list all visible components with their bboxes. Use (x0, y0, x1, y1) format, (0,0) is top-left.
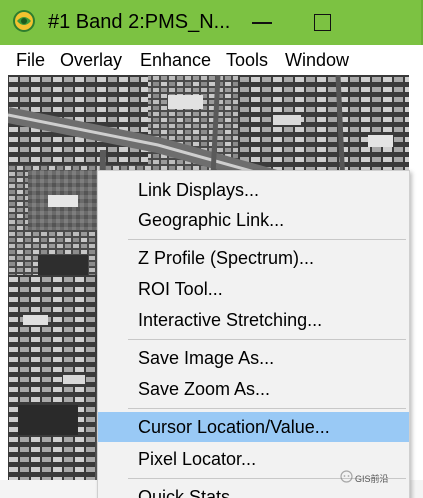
menu-item-label: Save Zoom As... (138, 379, 271, 399)
menu-item-label: Save Image As... (138, 348, 275, 368)
menu-item-label: Geographic Link... (138, 210, 285, 230)
window-right-border (409, 75, 423, 480)
watermark-text: GIS前沿 (355, 474, 389, 484)
menu-item-save-image-as[interactable]: Save Image As... (98, 343, 409, 373)
menu-item-save-zoom-as[interactable]: Save Zoom As... (98, 374, 409, 404)
title-bar[interactable]: #1 Band 2:PMS_N... (0, 0, 423, 45)
menu-item-label: Z Profile (Spectrum)... (138, 248, 315, 268)
menu-window[interactable]: Window (285, 49, 349, 71)
menu-item-pixel-locator[interactable]: Pixel Locator... (98, 444, 409, 474)
envi-app-icon (13, 10, 35, 32)
menu-tools[interactable]: Tools (226, 49, 268, 71)
menu-item-label: Pixel Locator... (138, 449, 257, 469)
menu-item-interactive-stretching[interactable]: Interactive Stretching... (98, 305, 409, 335)
menu-enhance[interactable]: Enhance (140, 49, 211, 71)
menu-item-geographic-link[interactable]: Geographic Link... (98, 205, 409, 235)
menu-separator (128, 408, 406, 409)
menu-overlay[interactable]: Overlay (60, 49, 122, 71)
maximize-button[interactable] (293, 0, 349, 45)
menu-item-label: Cursor Location/Value... (138, 417, 330, 437)
menu-separator (128, 339, 406, 340)
menu-file[interactable]: File (16, 49, 45, 71)
menu-item-link-displays[interactable]: Link Displays... (98, 175, 409, 205)
window-title: #1 Band 2:PMS_N... (48, 11, 231, 33)
minimize-button[interactable] (233, 0, 289, 45)
menu-item-label: Interactive Stretching... (138, 310, 323, 330)
window-left-border (0, 75, 8, 480)
menu-item-z-profile[interactable]: Z Profile (Spectrum)... (98, 243, 409, 273)
menu-item-label: Link Displays... (138, 180, 260, 200)
menu-item-label: Quick Stats (138, 487, 231, 498)
close-button[interactable] (355, 0, 411, 45)
context-menu: Link Displays... Geographic Link... Z Pr… (97, 170, 410, 498)
envi-display-window: #1 Band 2:PMS_N... File Overlay Enhance … (0, 0, 423, 498)
wechat-watermark-icon (340, 470, 353, 483)
menu-separator (128, 239, 406, 240)
menu-item-label: ROI Tool... (138, 279, 223, 299)
menu-item-cursor-location-value[interactable]: Cursor Location/Value... (98, 412, 409, 442)
menu-bar: File Overlay Enhance Tools Window (0, 45, 423, 75)
menu-item-roi-tool[interactable]: ROI Tool... (98, 274, 409, 304)
